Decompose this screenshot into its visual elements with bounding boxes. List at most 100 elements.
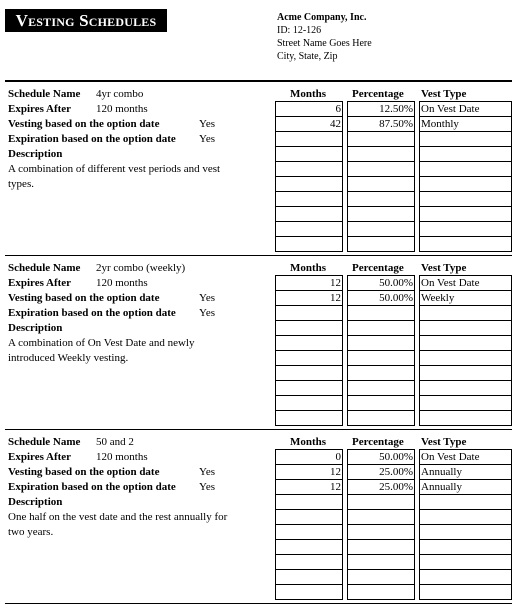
vest-type-cell — [420, 162, 511, 177]
section-divider — [5, 603, 512, 604]
months-column: 12 12 — [275, 275, 343, 426]
months-cell — [276, 207, 342, 222]
months-cell: 12 — [276, 465, 342, 480]
expiration-based-value: Yes — [199, 481, 216, 493]
expiration-based-value: Yes — [199, 307, 216, 319]
section-divider — [5, 255, 512, 256]
percentage-header: Percentage — [352, 436, 404, 448]
percentage-cell: 12.50% — [348, 102, 414, 117]
months-cell — [276, 237, 342, 252]
vesting-based-label: Vesting based on the option date — [8, 466, 160, 478]
months-cell — [276, 192, 342, 207]
percentage-cell: 25.00% — [348, 465, 414, 480]
months-cell: 42 — [276, 117, 342, 132]
percentage-header: Percentage — [352, 262, 404, 274]
vest-type-cell — [420, 585, 511, 600]
percentage-cell: 50.00% — [348, 291, 414, 306]
months-cell — [276, 540, 342, 555]
percentage-cell — [348, 510, 414, 525]
months-cell — [276, 396, 342, 411]
months-cell — [276, 321, 342, 336]
vest-type-cell — [420, 540, 511, 555]
months-cell — [276, 147, 342, 162]
months-cell — [276, 366, 342, 381]
percentage-cell: 25.00% — [348, 480, 414, 495]
percentage-cell — [348, 306, 414, 321]
vest-type-cell — [420, 396, 511, 411]
schedule-name-value: 2yr combo (weekly) — [96, 262, 186, 274]
months-cell — [276, 132, 342, 147]
description-label: Description — [8, 322, 63, 334]
vest-type-cell — [420, 306, 511, 321]
header-divider — [5, 80, 512, 82]
months-cell — [276, 381, 342, 396]
vest-type-cell — [420, 192, 511, 207]
months-cell: 12 — [276, 480, 342, 495]
description-text: A combination of different vest periods … — [8, 163, 221, 190]
expires-after-label: Expires After — [8, 451, 72, 463]
months-header: Months — [290, 262, 327, 274]
description-text: One half on the vest date and the rest a… — [8, 511, 228, 538]
percentage-cell — [348, 207, 414, 222]
months-column: 6 42 — [275, 101, 343, 252]
percentage-cell — [348, 237, 414, 252]
expiration-based-label: Expiration based on the option date — [8, 307, 176, 319]
months-cell: 6 — [276, 102, 342, 117]
percentage-cell — [348, 192, 414, 207]
vest-type-cell — [420, 207, 511, 222]
vest-type-column: On Vest Date Annually Annually — [419, 449, 512, 600]
percentage-cell — [348, 411, 414, 426]
schedule-info: Schedule Name 4yr combo Expires After 12… — [8, 87, 273, 192]
percentage-cell — [348, 162, 414, 177]
months-cell: 0 — [276, 450, 342, 465]
vest-type-cell — [420, 570, 511, 585]
vest-type-cell — [420, 495, 511, 510]
expires-after-label: Expires After — [8, 277, 72, 289]
expiration-based-label: Expiration based on the option date — [8, 133, 176, 145]
months-header: Months — [290, 88, 327, 100]
months-cell — [276, 411, 342, 426]
months-column: 0 12 12 — [275, 449, 343, 600]
expires-after-value: 120 months — [96, 103, 148, 115]
expires-after-value: 120 months — [96, 451, 148, 463]
vest-type-column: On Vest Date Monthly — [419, 101, 512, 252]
expiration-based-value: Yes — [199, 133, 216, 145]
percentage-column: 50.00% 25.00% 25.00% — [347, 449, 415, 600]
months-cell — [276, 351, 342, 366]
months-cell — [276, 162, 342, 177]
percentage-cell — [348, 222, 414, 237]
percentage-cell — [348, 321, 414, 336]
schedule-info: Schedule Name 50 and 2 Expires After 120… — [8, 435, 273, 540]
vest-type-cell: On Vest Date — [420, 450, 511, 465]
vest-type-cell: Monthly — [420, 117, 511, 132]
schedule-name-value: 4yr combo — [96, 88, 144, 100]
company-id: ID: 12-126 — [277, 25, 322, 36]
months-cell — [276, 336, 342, 351]
schedule-name-label: Schedule Name — [8, 262, 81, 274]
percentage-cell — [348, 366, 414, 381]
vest-type-cell: On Vest Date — [420, 102, 511, 117]
percentage-cell — [348, 351, 414, 366]
vest-type-cell: Annually — [420, 480, 511, 495]
expiration-based-label: Expiration based on the option date — [8, 481, 176, 493]
percentage-cell — [348, 540, 414, 555]
schedule-name-label: Schedule Name — [8, 88, 81, 100]
months-cell — [276, 525, 342, 540]
percentage-cell: 50.00% — [348, 450, 414, 465]
vest-type-cell — [420, 177, 511, 192]
vest-type-header: Vest Type — [421, 262, 467, 274]
vest-type-header: Vest Type — [421, 88, 467, 100]
description-label: Description — [8, 148, 63, 160]
months-header: Months — [290, 436, 327, 448]
vesting-based-value: Yes — [199, 118, 216, 130]
percentage-cell: 87.50% — [348, 117, 414, 132]
percentage-cell — [348, 132, 414, 147]
vest-type-cell — [420, 555, 511, 570]
vest-type-cell — [420, 381, 511, 396]
vest-type-cell — [420, 147, 511, 162]
vesting-based-value: Yes — [199, 292, 216, 304]
vest-type-cell — [420, 336, 511, 351]
vesting-based-label: Vesting based on the option date — [8, 292, 160, 304]
vest-type-cell: On Vest Date — [420, 276, 511, 291]
months-cell — [276, 222, 342, 237]
